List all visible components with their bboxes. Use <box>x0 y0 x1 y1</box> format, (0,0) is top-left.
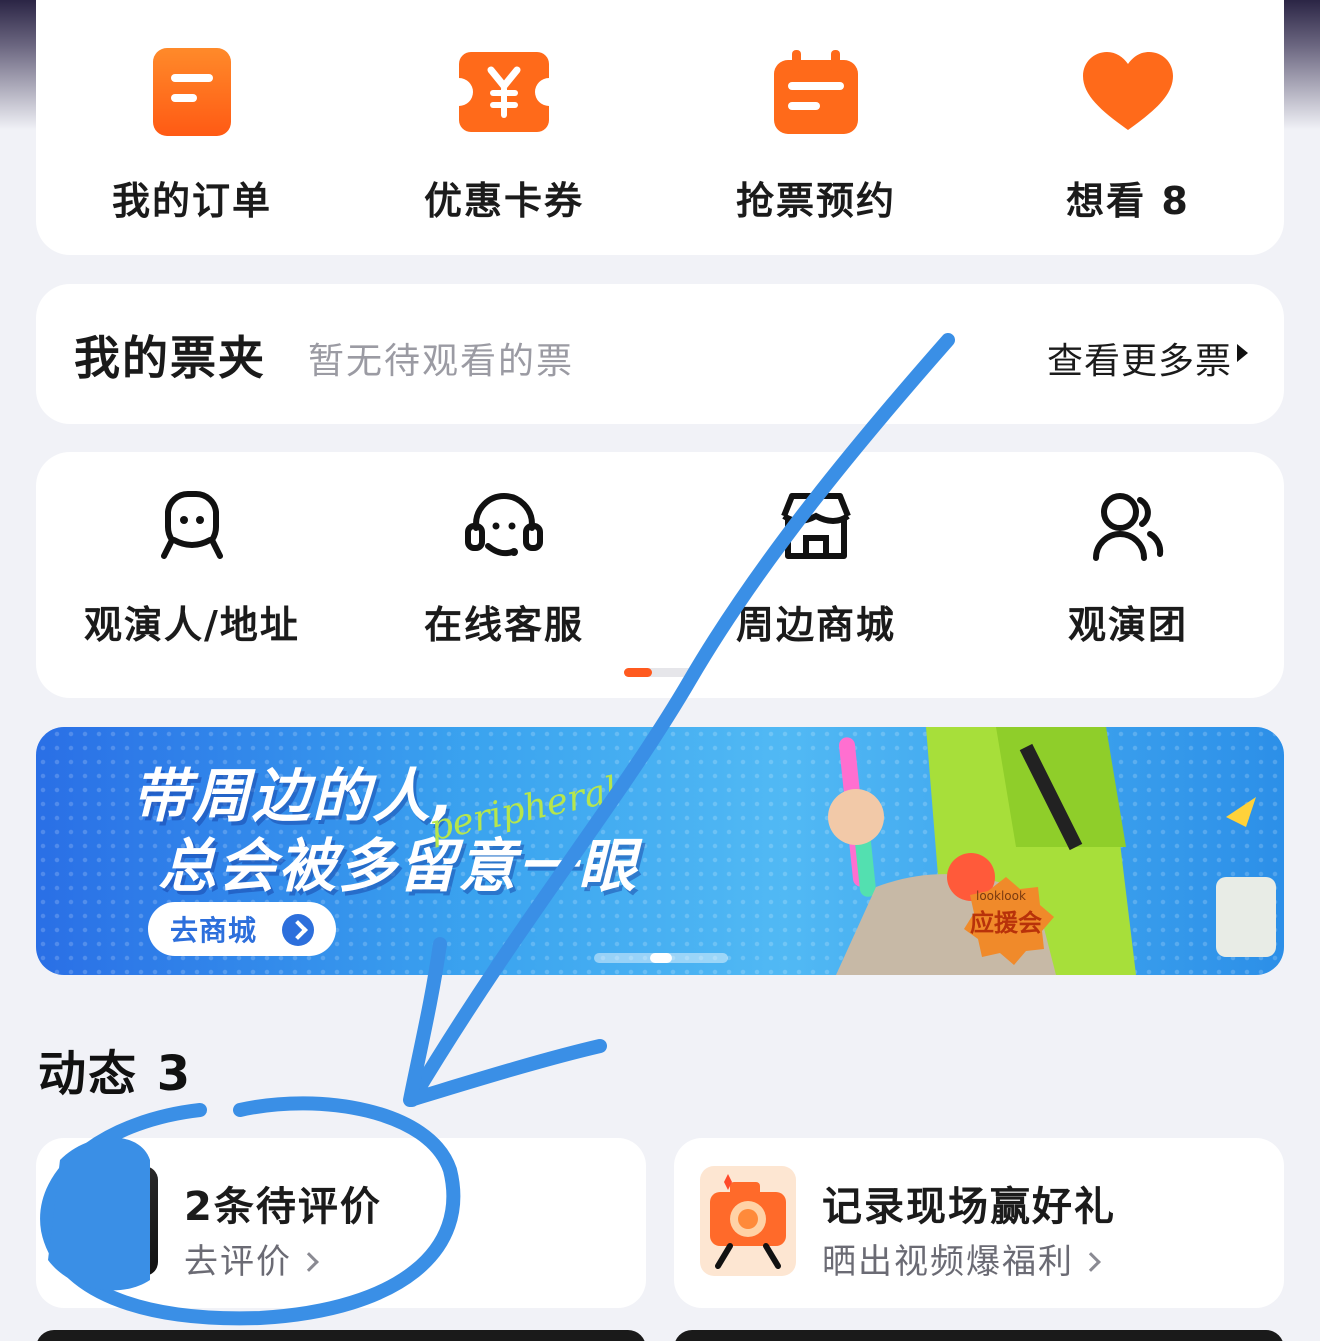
ticket-booking-label: 抢票预约 <box>735 179 896 223</box>
ticket-folder-title: 我的票夹 <box>74 331 266 385</box>
view-more-tickets-link[interactable]: 查看更多票 <box>1047 332 1232 384</box>
banner-pager <box>594 953 728 963</box>
group-icon <box>1088 486 1168 566</box>
services-row: 观演人/地址 在线客服 周边商城 观演团 <box>36 486 1284 649</box>
chevron-right-icon <box>299 1252 319 1272</box>
chevron-right-icon <box>1081 1252 1101 1272</box>
heart-icon <box>1080 44 1176 140</box>
share-video-label: 晒出视频爆福利 <box>822 1242 1074 1282</box>
quick-actions-row: 我的订单 优惠卡券 抢票预约 想看 8 <box>36 44 1284 225</box>
share-video-link[interactable]: 晒出视频爆福利 <box>822 1234 1101 1283</box>
merch-store-button[interactable]: 周边商城 <box>660 486 972 649</box>
go-to-store-label: 去商城 <box>170 914 258 947</box>
ticket-folder-empty-text: 暂无待观看的票 <box>308 341 575 382</box>
next-feed-row-peek <box>36 1330 1284 1341</box>
want-to-see-label: 想看 8 <box>1066 179 1190 223</box>
go-review-label: 去评价 <box>184 1242 292 1282</box>
quick-actions-card: 我的订单 优惠卡券 抢票预约 想看 8 <box>36 0 1284 255</box>
viewing-group-label: 观演团 <box>1067 603 1188 647</box>
viewing-group-button[interactable]: 观演团 <box>972 486 1284 649</box>
viewer-address-label: 观演人/地址 <box>84 603 300 647</box>
customer-service-button[interactable]: 在线客服 <box>348 486 660 649</box>
merch-store-label: 周边商城 <box>735 603 896 647</box>
calendar-icon <box>768 44 864 140</box>
viewer-icon <box>152 486 232 566</box>
orders-icon <box>144 44 240 140</box>
services-pager-active <box>624 668 652 677</box>
viewer-address-button[interactable]: 观演人/地址 <box>36 486 348 649</box>
customer-service-label: 在线客服 <box>423 603 584 647</box>
go-to-store-button[interactable]: 去商城 <box>148 902 336 956</box>
services-pager <box>624 668 696 677</box>
arrow-right-circle-icon <box>282 914 314 946</box>
coupons-label: 优惠卡券 <box>423 179 584 223</box>
want-to-see-button[interactable]: 想看 8 <box>972 44 1284 225</box>
banner-pager-active <box>650 953 672 963</box>
badge-main-text: 应援会 <box>970 909 1042 937</box>
coupons-button[interactable]: 优惠卡券 <box>348 44 660 225</box>
camera-icon <box>700 1166 796 1276</box>
feed-section-title: 动态 3 <box>38 1046 193 1102</box>
my-orders-label: 我的订单 <box>111 179 272 223</box>
ticket-folder-card[interactable]: 我的票夹 暂无待观看的票 查看更多票 <box>36 284 1284 424</box>
pending-review-title: 2条待评价 <box>184 1184 382 1230</box>
banner-headline-2: 总会被多留意一眼 <box>158 832 639 900</box>
headset-icon <box>464 486 544 566</box>
store-icon <box>776 486 856 566</box>
record-live-card[interactable]: 记录现场赢好礼 晒出视频爆福利 <box>674 1138 1284 1308</box>
badge-top-text: looklook <box>976 889 1026 903</box>
my-orders-button[interactable]: 我的订单 <box>36 44 348 225</box>
next-card-right <box>674 1330 1284 1341</box>
go-review-link[interactable]: 去评价 <box>184 1234 319 1283</box>
pending-review-card[interactable]: 2条待评价 去评价 <box>36 1138 646 1308</box>
record-live-title: 记录现场赢好礼 <box>822 1184 1116 1230</box>
next-card-left <box>36 1330 646 1341</box>
coupon-icon <box>456 44 552 140</box>
ticket-booking-button[interactable]: 抢票预约 <box>660 44 972 225</box>
caret-right-icon <box>1237 344 1248 362</box>
review-thumbnail <box>62 1166 158 1276</box>
promo-banner[interactable]: 带周边的人, 总会被多留意一眼 peripheral 去商城 looklook … <box>36 727 1284 975</box>
services-card: 观演人/地址 在线客服 周边商城 观演团 <box>36 452 1284 698</box>
